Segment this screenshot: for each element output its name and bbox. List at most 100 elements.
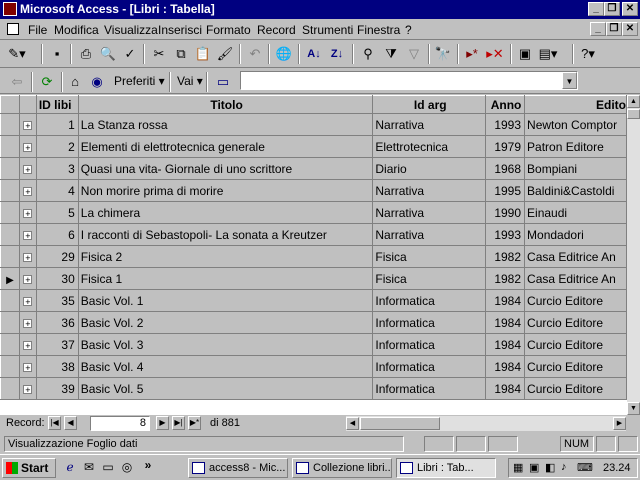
table-row[interactable]: +39 Basic Vol. 5 Informatica 1984 Curcio Edi… [0, 377, 627, 400]
previous-record-icon[interactable]: ◀ [64, 416, 77, 430]
table-row[interactable]: +4 Non morire prima di morire Narrativa 199… [0, 179, 627, 202]
cell-id[interactable]: 4 [36, 179, 79, 202]
cut-icon[interactable]: ✂ [148, 44, 170, 64]
filter-by-form-icon[interactable]: ⧩ [380, 44, 402, 64]
table-row[interactable]: +38 Basic Vol. 4 Informatica 1984 Curcio Edi… [0, 355, 627, 378]
record-selector[interactable] [0, 223, 20, 246]
home-icon[interactable]: ⌂ [64, 72, 86, 92]
cell-anno[interactable]: 1984 [485, 377, 526, 400]
cell-titolo[interactable]: Elementi di elettrotecnica generale [78, 135, 374, 158]
filter-by-selection-icon[interactable]: ⚲ [357, 44, 379, 64]
cell-id-arg[interactable]: Fisica [372, 245, 487, 268]
hyperlink-icon[interactable]: 🌐 [273, 44, 295, 64]
ie-quicklaunch-icon[interactable]: ℯ [62, 460, 78, 474]
table-row[interactable]: +2 Elementi di elettrotecnica generale Ele… [0, 135, 627, 158]
cell-editore[interactable]: Curcio Editore [524, 289, 627, 312]
expand-subdatasheet-cell[interactable]: + [19, 135, 37, 158]
expand-subdatasheet-cell[interactable]: + [19, 355, 37, 378]
favorites-menu[interactable]: Preferiti ▾ [114, 74, 165, 88]
cell-anno[interactable]: 1984 [485, 311, 526, 334]
expand-subdatasheet-cell[interactable]: + [19, 245, 37, 268]
table-row[interactable]: +5 La chimera Narrativa 1990 Einaudi [0, 201, 627, 224]
cell-anno[interactable]: 1984 [485, 289, 526, 312]
menu-inserisci[interactable]: Inserisci [158, 23, 202, 37]
cell-anno[interactable]: 1993 [485, 223, 526, 246]
cell-id[interactable]: 39 [36, 377, 79, 400]
col-header-anno[interactable]: Anno [485, 95, 526, 114]
col-header-id-arg[interactable]: Id arg [372, 95, 487, 114]
record-selector[interactable] [0, 157, 20, 180]
expand-subdatasheet-cell[interactable]: + [19, 157, 37, 180]
next-record-icon[interactable]: ▶ [156, 416, 169, 430]
table-row[interactable]: +6 I racconti di Sebastopoli- La sonata a… [0, 223, 627, 246]
network-icon[interactable]: ◧ [545, 461, 555, 474]
cell-id[interactable]: 5 [36, 201, 79, 224]
table-row[interactable]: +3 Quasi una vita- Giornale di uno scritt… [0, 157, 627, 180]
record-selector[interactable] [0, 289, 20, 312]
cell-id-arg[interactable]: Narrativa [372, 201, 487, 224]
cell-editore[interactable]: Einaudi [524, 201, 627, 224]
vertical-scroll-thumb[interactable] [627, 109, 640, 119]
menu-help[interactable]: ? [405, 23, 412, 37]
first-record-icon[interactable]: |◀ [48, 416, 61, 430]
cell-id-arg[interactable]: Diario [372, 157, 487, 180]
record-selector[interactable] [0, 113, 20, 136]
cell-id[interactable]: 37 [36, 333, 79, 356]
cell-titolo[interactable]: Non morire prima di morire [78, 179, 374, 202]
access-app-icon[interactable] [3, 2, 17, 16]
cell-anno[interactable]: 1993 [485, 113, 526, 136]
cell-id[interactable]: 35 [36, 289, 79, 312]
cell-editore[interactable]: Mondadori [524, 223, 627, 246]
new-object-icon[interactable]: ▤▾ [537, 44, 559, 64]
taskbar-button-collezione[interactable]: Collezione libri... [292, 458, 392, 478]
doc-close-button[interactable]: ✕ [622, 22, 638, 36]
copy-icon[interactable]: ⧉ [170, 44, 192, 64]
menu-formato[interactable]: Formato [206, 23, 251, 37]
cell-id[interactable]: 2 [36, 135, 79, 158]
vertical-scrollbar[interactable]: ▲ ▼ [627, 95, 640, 415]
table-row[interactable]: +36 Basic Vol. 2 Informatica 1984 Curcio Edi… [0, 311, 627, 334]
scroll-down-icon[interactable]: ▼ [627, 402, 640, 415]
cell-id-arg[interactable]: Elettrotecnica [372, 135, 487, 158]
cell-editore[interactable]: Curcio Editore [524, 333, 627, 356]
expand-subdatasheet-cell[interactable]: + [19, 267, 37, 290]
format-painter-icon[interactable]: 🖌 [214, 44, 236, 64]
cell-anno[interactable]: 1982 [485, 245, 526, 268]
clock[interactable]: 23.24 [603, 462, 631, 474]
record-selector[interactable] [0, 179, 20, 202]
volume-icon[interactable]: ♪ [561, 461, 567, 473]
current-record-selector[interactable]: ▶ [0, 267, 20, 290]
col-header-id[interactable]: ID libi [35, 95, 79, 114]
expand-subdatasheet-cell[interactable]: + [19, 223, 37, 246]
cell-titolo[interactable]: Basic Vol. 4 [78, 355, 374, 378]
doc-restore-button[interactable]: ❐ [606, 22, 622, 36]
quicklaunch-chevron-icon[interactable]: » [140, 458, 156, 472]
cell-anno[interactable]: 1984 [485, 355, 526, 378]
table-row[interactable]: ▶ +30 Fisica 1 Fisica 1982 Casa Editrice An [0, 267, 627, 290]
search-web-icon[interactable]: ◉ [86, 72, 108, 92]
expand-plus-icon[interactable]: + [23, 296, 33, 306]
delete-record-icon[interactable]: ▸✕ [484, 44, 506, 64]
cell-anno[interactable]: 1984 [485, 333, 526, 356]
cell-titolo[interactable]: Quasi una vita- Giornale di uno scrittor… [78, 157, 374, 180]
record-selector[interactable] [0, 377, 20, 400]
table-row[interactable]: +35 Basic Vol. 1 Informatica 1984 Curcio Edi… [0, 289, 627, 312]
expand-plus-icon[interactable]: + [23, 318, 33, 328]
expand-subdatasheet-cell[interactable]: + [19, 289, 37, 312]
print-icon[interactable]: ⎙ [75, 44, 97, 64]
cell-editore[interactable]: Bompiani [524, 157, 627, 180]
table-row[interactable]: +37 Basic Vol. 3 Informatica 1984 Curcio Edi… [0, 333, 627, 356]
display-icon[interactable]: ▣ [529, 461, 539, 474]
cell-editore[interactable]: Curcio Editore [524, 311, 627, 334]
record-selector[interactable] [0, 135, 20, 158]
cell-titolo[interactable]: La Stanza rossa [78, 113, 374, 136]
last-record-icon[interactable]: ▶| [172, 416, 185, 430]
close-button[interactable]: ✕ [622, 2, 638, 16]
cell-editore[interactable]: Newton Comptor [524, 113, 627, 136]
cell-editore[interactable]: Curcio Editore [524, 355, 627, 378]
help-icon[interactable]: ?▾ [577, 44, 599, 64]
scroll-left-icon[interactable]: ◀ [346, 417, 359, 430]
table-row[interactable]: +1 La Stanza rossa Narrativa 1993 Newton Com… [0, 113, 627, 136]
maximize-button[interactable]: ❐ [604, 2, 620, 16]
cell-id-arg[interactable]: Informatica [372, 377, 487, 400]
